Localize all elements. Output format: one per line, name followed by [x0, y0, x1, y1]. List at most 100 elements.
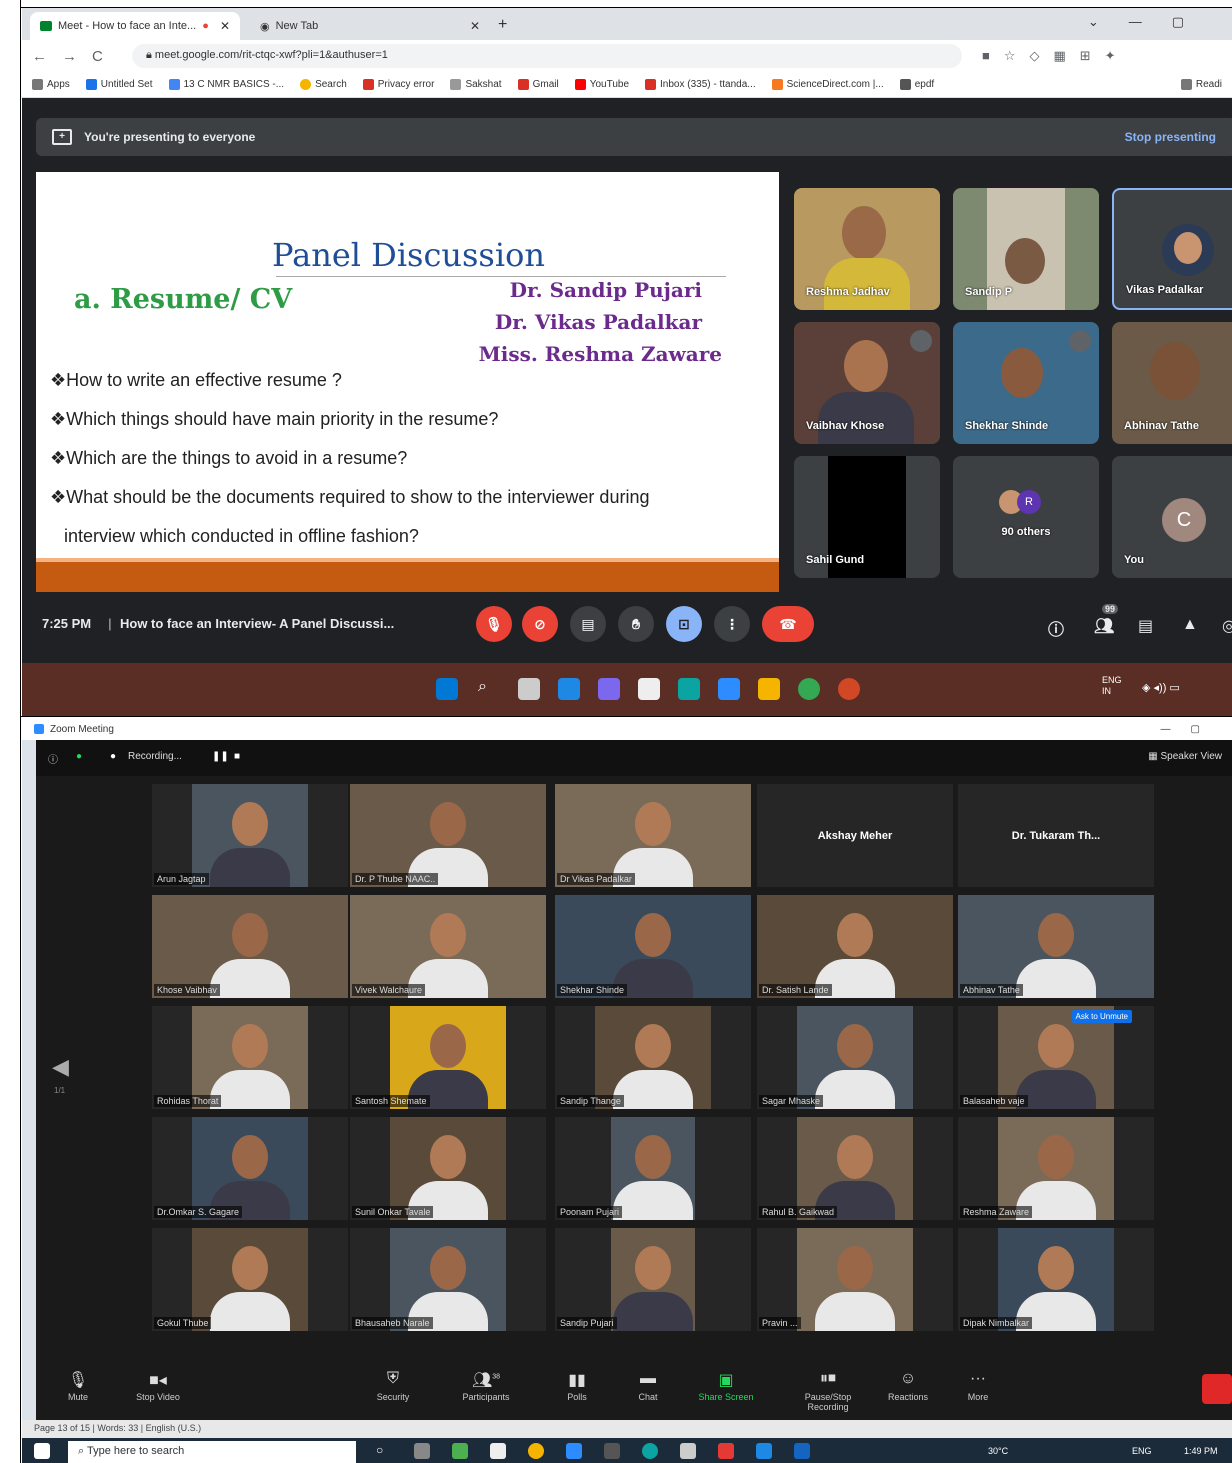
participant-tile[interactable]: Dr. Satish Lande	[757, 895, 953, 998]
widgets-icon[interactable]	[558, 678, 580, 700]
ask-to-unmute-button[interactable]: Ask to Unmute	[1071, 1010, 1132, 1023]
windows-icon[interactable]	[34, 1443, 50, 1459]
mic-off-icon[interactable]: 🎙︎	[476, 606, 512, 642]
chat-icon[interactable]: ▤	[1138, 616, 1153, 636]
more-button[interactable]: ··· More	[933, 1370, 1023, 1402]
self-tile[interactable]: C You	[1112, 456, 1232, 578]
participant-tile[interactable]: Pravin ...	[757, 1228, 953, 1331]
participant-tile[interactable]: Vaibhav Khose	[794, 322, 940, 444]
tab-new[interactable]: ◉ New Tab ✕	[250, 12, 490, 40]
participant-tile[interactable]: Arun Jagtap	[152, 784, 348, 887]
participant-tile[interactable]: Sahil Gund	[794, 456, 940, 578]
word-icon[interactable]	[794, 1443, 810, 1459]
participant-tile[interactable]: Sagar Mhaske	[757, 1006, 953, 1109]
app-icon[interactable]	[756, 1443, 772, 1459]
participant-tile[interactable]: Dipak Nimbalkar	[958, 1228, 1154, 1331]
participant-tile[interactable]: Santosh Shemate	[350, 1006, 546, 1109]
file-explorer-icon[interactable]	[638, 678, 660, 700]
mute-button[interactable]: 🎙︎ Mute	[33, 1370, 123, 1402]
window-controls[interactable]: ⌄—▢	[1088, 14, 1214, 30]
bookmark-item[interactable]: ScienceDirect.com |...	[771, 78, 884, 91]
participants-button[interactable]: 👥︎38 Participants	[441, 1370, 531, 1402]
others-tile[interactable]: R 90 others	[953, 456, 1099, 578]
bookmark-item[interactable]: Untitled Set	[85, 78, 153, 91]
participant-tile[interactable]: Bhausaheb Narale	[350, 1228, 546, 1331]
app-icon[interactable]	[680, 1443, 696, 1459]
chrome-icon[interactable]	[798, 678, 820, 700]
bookmark-item[interactable]: Sakshat	[450, 78, 502, 91]
participant-tile[interactable]: Shekhar Shinde	[953, 322, 1099, 444]
activities-icon[interactable]: ▲	[1182, 616, 1198, 634]
chat-button[interactable]: ▬ Chat	[603, 1370, 693, 1402]
bookmark-item[interactable]: Readi	[1180, 78, 1222, 91]
info-icon[interactable]: ⓘ	[48, 751, 58, 766]
task-view-icon[interactable]	[518, 678, 540, 700]
participant-tile[interactable]: Abhinav Tathe	[958, 895, 1154, 998]
participant-tile[interactable]: Abhinav Tathe	[1112, 322, 1232, 444]
prev-page-icon[interactable]: ◀	[52, 1054, 69, 1080]
captions-icon[interactable]: ▤	[570, 606, 606, 642]
zoom-icon[interactable]	[566, 1443, 582, 1459]
bookmark-item[interactable]: Search	[300, 78, 347, 91]
back-icon[interactable]: ←	[32, 48, 47, 65]
participant-tile[interactable]: Dr. P Thube NAAC..	[350, 784, 546, 887]
participant-tile[interactable]: Poonam Pujari	[555, 1117, 751, 1220]
chat-icon[interactable]	[598, 678, 620, 700]
participant-tile[interactable]: Sandip P	[953, 188, 1099, 310]
language-indicator[interactable]: ENG	[1132, 1446, 1152, 1456]
more-options-icon[interactable]: ⋮	[714, 606, 750, 642]
participant-tile[interactable]: Dr Vikas Padalkar	[555, 784, 751, 887]
extension-icons[interactable]: ■☆◇▦⊞✦	[982, 48, 1130, 64]
bookmark-item[interactable]: YouTube	[574, 78, 629, 91]
pause-recording-button[interactable]: ⏸⏹ Pause/Stop Recording	[783, 1370, 873, 1412]
stop-video-button[interactable]: ■◂ Stop Video	[113, 1370, 203, 1402]
speaker-view-button[interactable]: ▦ Speaker View	[1148, 751, 1222, 762]
participant-tile[interactable]: Gokul Thube	[152, 1228, 348, 1331]
stop-presenting-button[interactable]: Stop presenting	[1125, 130, 1216, 144]
end-button[interactable]	[1202, 1374, 1232, 1404]
window-controls[interactable]: —▢	[1161, 724, 1220, 735]
bookmark-item[interactable]: 13 C NMR BASICS -...	[168, 78, 284, 91]
pause-icon[interactable]: ❚❚	[212, 751, 229, 762]
leave-call-icon[interactable]: ☎︎	[762, 606, 814, 642]
participant-tile[interactable]: Khose Vaibhav	[152, 895, 348, 998]
participant-tile[interactable]: Sandip Thange	[555, 1006, 751, 1109]
task-view-icon[interactable]	[414, 1443, 430, 1459]
cortana-icon[interactable]: ○	[376, 1443, 392, 1459]
info-icon[interactable]: ⓘ	[1048, 616, 1064, 640]
search-box[interactable]: ⌕ Type here to search	[68, 1441, 356, 1463]
participant-tile[interactable]: Akshay Meher	[757, 784, 953, 887]
network-icon[interactable]: ◈ ◂)) ▭	[1142, 681, 1180, 694]
close-icon[interactable]: ✕	[220, 19, 230, 33]
bookmark-item[interactable]: Inbox (335) - ttanda...	[645, 78, 756, 91]
app-icon[interactable]	[452, 1443, 468, 1459]
windows-icon[interactable]	[436, 678, 458, 700]
present-icon[interactable]: ⊡	[666, 606, 702, 642]
reload-icon[interactable]: C	[92, 48, 103, 65]
camera-off-icon[interactable]: ⊘	[522, 606, 558, 642]
participant-tile[interactable]: Vivek Walchaure	[350, 895, 546, 998]
folder-icon[interactable]	[758, 678, 780, 700]
bookmark-item[interactable]: Privacy error	[362, 78, 434, 91]
raise-hand-icon[interactable]: ✋︎	[618, 606, 654, 642]
chrome-icon[interactable]	[528, 1443, 544, 1459]
participant-tile[interactable]: Rahul B. Gaikwad	[757, 1117, 953, 1220]
url-field[interactable]: 🔒︎ meet.google.com/rit-ctqc-xwf?pli=1&au…	[132, 44, 962, 68]
new-tab-button[interactable]: +	[498, 16, 507, 34]
close-icon[interactable]: ✕	[470, 19, 480, 33]
bookmark-item[interactable]: Gmail	[517, 78, 559, 91]
participant-tile[interactable]: Balasaheb vaje Ask to Unmute	[958, 1006, 1154, 1109]
store-icon[interactable]	[490, 1443, 506, 1459]
share-screen-button[interactable]: ▣ Share Screen	[681, 1370, 771, 1402]
bookmark-item[interactable]: Apps	[32, 78, 70, 91]
stop-icon[interactable]: ■	[234, 751, 240, 762]
participant-tile[interactable]: Sandip Pujari	[555, 1228, 751, 1331]
participant-tile[interactable]: Shekhar Shinde	[555, 895, 751, 998]
participant-tile[interactable]: Dr. Tukaram Th...	[958, 784, 1154, 887]
edge-icon[interactable]	[678, 678, 700, 700]
participant-tile[interactable]: Dr.Omkar S. Gagare	[152, 1117, 348, 1220]
participant-tile[interactable]: Reshma Zaware	[958, 1117, 1154, 1220]
security-button[interactable]: ⛨ Security	[348, 1370, 438, 1402]
language-indicator[interactable]: ENG IN	[1102, 675, 1122, 697]
edge-icon[interactable]	[642, 1443, 658, 1459]
